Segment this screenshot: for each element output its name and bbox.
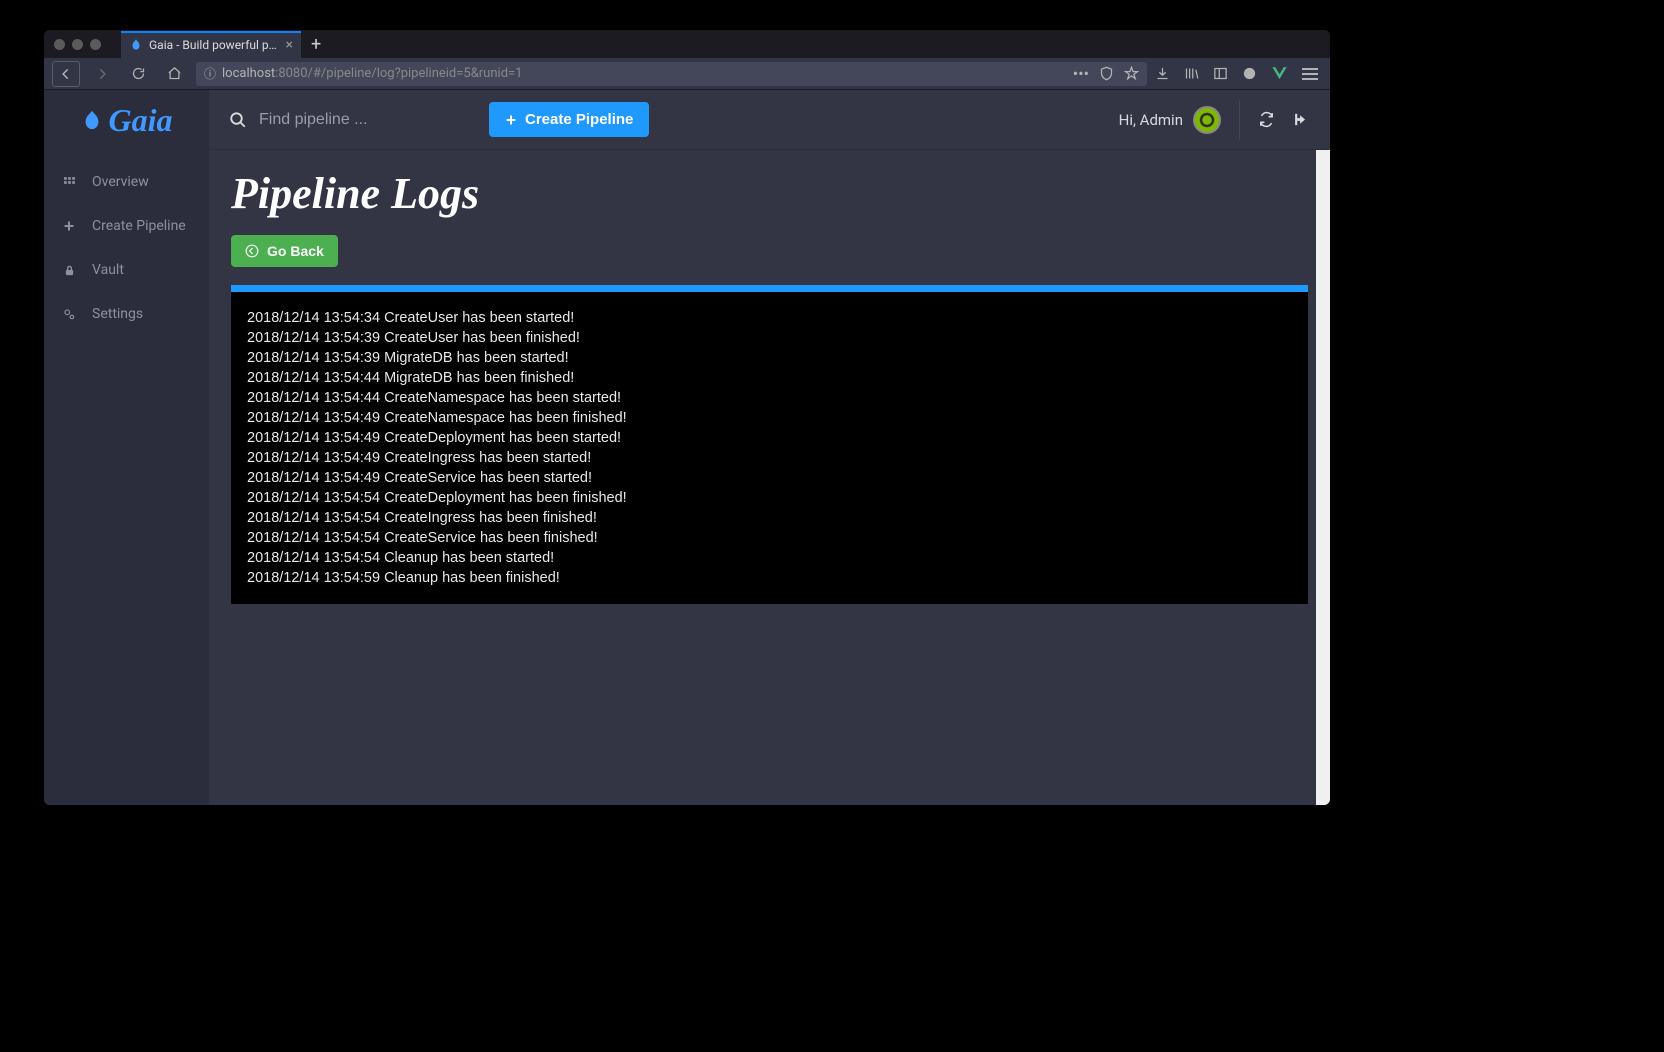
create-pipeline-button[interactable]: Create Pipeline [489, 102, 649, 137]
sidebar-item-label: Create Pipeline [92, 218, 186, 234]
sidebar: Gaia Overview Create Pipeline [44, 90, 209, 805]
log-panel: 2018/12/14 13:54:34 CreateUser has been … [231, 285, 1308, 604]
logo-text: Gaia [109, 102, 173, 139]
main-area: Create Pipeline Hi, Admin [209, 90, 1330, 805]
window-controls [54, 39, 101, 50]
nav-forward-button[interactable] [88, 61, 116, 87]
arrow-left-circle-icon [245, 244, 259, 258]
hamburger-menu-icon[interactable] [1302, 68, 1318, 80]
log-line: 2018/12/14 13:54:39 CreateUser has been … [247, 328, 1292, 348]
go-back-button[interactable]: Go Back [231, 235, 338, 267]
new-tab-button[interactable]: + [301, 34, 331, 55]
url-port: :8080 [275, 66, 307, 81]
refresh-icon[interactable] [1258, 111, 1275, 128]
url-path: /#/pipeline/log?pipelineid=5&runid=1 [308, 66, 523, 81]
log-line: 2018/12/14 13:54:34 CreateUser has been … [247, 308, 1292, 328]
go-back-label: Go Back [267, 243, 324, 259]
close-window-button[interactable] [54, 39, 65, 50]
create-pipeline-label: Create Pipeline [525, 111, 633, 128]
plus-icon [62, 220, 76, 232]
sidebar-item-label: Overview [92, 174, 149, 190]
browser-tab-bar: Gaia - Build powerful pipelines × + [44, 30, 1330, 58]
content-area: Pipeline Logs Go Back 2018/12/14 13:54:3… [209, 150, 1330, 805]
cogs-icon [62, 307, 76, 321]
search-wrap [229, 111, 469, 129]
sidebar-toggle-icon[interactable] [1213, 66, 1228, 81]
sidebar-item-vault[interactable]: Vault [44, 248, 209, 292]
url-host: localhost [222, 66, 275, 81]
downloads-icon[interactable] [1155, 66, 1170, 81]
browser-tab[interactable]: Gaia - Build powerful pipelines × [121, 31, 301, 58]
log-line: 2018/12/14 13:54:54 CreateIngress has be… [247, 508, 1292, 528]
shield-icon[interactable] [1099, 66, 1114, 81]
log-line: 2018/12/14 13:54:49 CreateDeployment has… [247, 428, 1292, 448]
bookmark-star-icon[interactable] [1124, 66, 1139, 81]
log-line: 2018/12/14 13:54:49 CreateService has be… [247, 468, 1292, 488]
sidebar-nav: Overview Create Pipeline Vault [44, 150, 209, 336]
info-icon[interactable]: ⓘ [204, 65, 216, 82]
log-line: 2018/12/14 13:54:44 MigrateDB has been f… [247, 368, 1292, 388]
user-greeting[interactable]: Hi, Admin [1119, 106, 1221, 134]
lock-icon [62, 264, 76, 277]
nav-reload-button[interactable] [124, 61, 152, 87]
topbar-right: Hi, Admin [1119, 100, 1310, 140]
sidebar-item-overview[interactable]: Overview [44, 160, 209, 204]
avatar [1193, 106, 1221, 134]
close-tab-icon[interactable]: × [286, 38, 293, 52]
log-line: 2018/12/14 13:54:59 Cleanup has been fin… [247, 568, 1292, 588]
vue-devtools-icon[interactable] [1271, 65, 1288, 82]
url-text: localhost:8080/#/pipeline/log?pipelineid… [222, 66, 522, 81]
tab-title: Gaia - Build powerful pipelines [149, 38, 280, 52]
search-input[interactable] [259, 111, 439, 129]
sidebar-item-create-pipeline[interactable]: Create Pipeline [44, 204, 209, 248]
plus-icon [505, 114, 517, 126]
topbar: Create Pipeline Hi, Admin [209, 90, 1330, 150]
log-line: 2018/12/14 13:54:49 CreateNamespace has … [247, 408, 1292, 428]
library-icon[interactable] [1184, 66, 1199, 81]
app-container: Gaia Overview Create Pipeline [44, 90, 1330, 805]
maximize-window-button[interactable] [90, 39, 101, 50]
page-title: Pipeline Logs [231, 168, 1308, 219]
log-line: 2018/12/14 13:54:54 Cleanup has been sta… [247, 548, 1292, 568]
more-icon[interactable]: ••• [1073, 64, 1089, 83]
alert-icon[interactable] [1242, 66, 1257, 81]
logout-icon[interactable] [1293, 111, 1310, 128]
nav-home-button[interactable] [160, 61, 188, 87]
sidebar-item-label: Vault [92, 262, 124, 278]
log-line: 2018/12/14 13:54:44 CreateNamespace has … [247, 388, 1292, 408]
browser-window: Gaia - Build powerful pipelines × + ⓘ lo… [44, 30, 1330, 805]
log-line: 2018/12/14 13:54:49 CreateIngress has be… [247, 448, 1292, 468]
logo-icon [81, 109, 103, 131]
grid-icon [62, 176, 76, 189]
log-line: 2018/12/14 13:54:54 CreateService has be… [247, 528, 1292, 548]
log-line: 2018/12/14 13:54:39 MigrateDB has been s… [247, 348, 1292, 368]
sidebar-item-settings[interactable]: Settings [44, 292, 209, 336]
log-line: 2018/12/14 13:54:54 CreateDeployment has… [247, 488, 1292, 508]
minimize-window-button[interactable] [72, 39, 83, 50]
app-logo[interactable]: Gaia [44, 90, 209, 150]
greeting-text: Hi, Admin [1119, 111, 1183, 129]
url-input[interactable]: ⓘ localhost:8080/#/pipeline/log?pipeline… [196, 62, 1147, 86]
tab-favicon-icon [129, 38, 143, 52]
browser-url-bar: ⓘ localhost:8080/#/pipeline/log?pipeline… [44, 58, 1330, 90]
search-icon [229, 111, 247, 129]
nav-back-button[interactable] [52, 61, 80, 87]
sidebar-item-label: Settings [92, 306, 143, 322]
divider [1239, 100, 1240, 140]
scrollbar[interactable] [1316, 150, 1330, 805]
